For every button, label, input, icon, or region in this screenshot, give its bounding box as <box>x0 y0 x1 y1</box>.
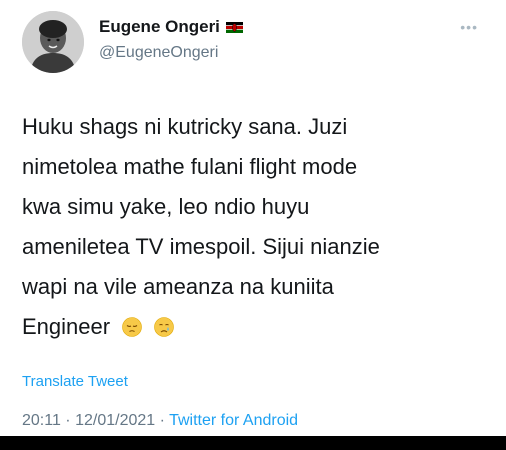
bottom-edge-bar <box>0 436 506 450</box>
tweet-meta: 20:11 · 12/01/2021 · Twitter for Android <box>22 412 298 430</box>
user-handle[interactable]: @EugeneOngeri <box>99 44 218 62</box>
tweet-source-link[interactable]: Twitter for Android <box>169 412 298 429</box>
meta-separator: · <box>155 412 170 429</box>
crying-face-icon <box>154 317 175 337</box>
tweet-line: Engineer <box>22 314 111 339</box>
display-name[interactable]: Eugene Ongeri <box>99 17 220 37</box>
tweet-line: nimetolea mathe fulani flight mode <box>22 154 358 179</box>
tweet-date[interactable]: 12/01/2021 <box>75 412 155 429</box>
tweet-line: kwa simu yake, leo ndio huyu <box>22 194 310 219</box>
pensive-face-icon <box>122 317 143 337</box>
more-options-icon[interactable]: ••• <box>460 19 478 35</box>
tweet-text: Huku shags ni kutricky sana. Juzi nimeto… <box>22 107 492 347</box>
tweet-line: wapi na vile ameanza na kuniita <box>22 274 334 299</box>
author-row: Eugene Ongeri <box>99 17 243 37</box>
tweet-card: Eugene Ongeri @EugeneOngeri ••• Huku sha… <box>0 0 506 436</box>
kenya-flag-icon <box>225 21 243 33</box>
meta-separator: · <box>60 412 76 429</box>
avatar[interactable] <box>22 11 84 73</box>
avatar-portrait-icon <box>22 11 84 73</box>
tweet-last-line: Engineer <box>22 307 492 347</box>
tweet-line: Huku shags ni kutricky sana. Juzi <box>22 114 348 139</box>
tweet-line: ameniletea TV imespoil. Sijui nianzie <box>22 234 380 259</box>
translate-tweet-link[interactable]: Translate Tweet <box>22 373 128 390</box>
tweet-time: 20:11 <box>22 412 61 429</box>
